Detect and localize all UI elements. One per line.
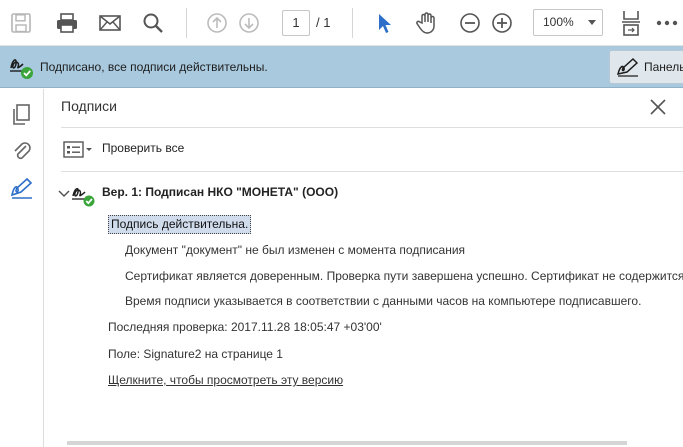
options-menu-icon[interactable] <box>63 140 93 160</box>
signature-title[interactable]: Вер. 1: Подписан НКО "МОНЕТА" (ООО) <box>102 185 338 199</box>
hand-icon[interactable] <box>412 8 442 38</box>
signature-field: Поле: Signature2 на странице 1 <box>108 347 283 361</box>
email-icon[interactable] <box>95 8 125 38</box>
horizontal-scrollbar[interactable] <box>67 441 627 445</box>
page-thumbnails-icon[interactable] <box>8 101 36 129</box>
divider <box>61 127 683 128</box>
next-page-icon[interactable] <box>234 8 264 38</box>
signature-pen-icon <box>616 56 640 78</box>
zoom-select[interactable]: 100% <box>533 9 603 36</box>
divider <box>61 171 683 172</box>
panel-title: Подписи <box>61 98 117 114</box>
more-icon[interactable] <box>652 8 682 38</box>
search-icon[interactable] <box>138 8 168 38</box>
signature-detail: Сертификат является доверенным. Проверка… <box>125 269 683 283</box>
page-total: / 1 <box>316 15 331 30</box>
page-fit-icon[interactable] <box>616 8 646 38</box>
chevron-down-icon[interactable] <box>58 188 70 198</box>
chevron-down-icon <box>588 20 596 25</box>
close-icon[interactable] <box>646 95 670 119</box>
attachments-icon[interactable] <box>8 137 36 165</box>
page-number-input[interactable]: 1 <box>282 10 310 36</box>
signature-panel-label: Панель <box>644 60 683 74</box>
signature-panel-button[interactable]: Панель <box>609 50 683 84</box>
main-toolbar: 1 / 1 100% <box>0 0 683 46</box>
signature-valid-icon <box>8 54 36 80</box>
prev-page-icon[interactable] <box>202 8 232 38</box>
left-navigation-rail <box>0 89 44 447</box>
signature-detail: Документ "документ" не был изменен с мом… <box>125 243 466 257</box>
zoom-in-icon[interactable] <box>487 8 517 38</box>
verify-all-button[interactable]: Проверить все <box>102 141 184 155</box>
banner-message: Подписано, все подписи действительны. <box>40 60 268 74</box>
last-check: Последняя проверка: 2017.11.28 18:05:47 … <box>108 320 382 334</box>
signatures-panel: Подписи Проверить все Вер. 1: Подписан Н… <box>45 89 683 447</box>
save-icon[interactable] <box>6 8 36 38</box>
signature-status-banner: Подписано, все подписи действительны. Па… <box>0 46 683 88</box>
zoom-value: 100% <box>543 15 574 29</box>
zoom-out-icon[interactable] <box>455 8 485 38</box>
signature-status[interactable]: Подпись действительна. <box>108 215 252 234</box>
view-version-link[interactable]: Щелкните, чтобы просмотреть эту версию <box>108 373 343 387</box>
cursor-icon[interactable] <box>369 8 399 38</box>
print-icon[interactable] <box>52 8 82 38</box>
signatures-icon[interactable] <box>8 175 36 203</box>
signature-detail: Время подписи указывается в соответствии… <box>125 294 642 308</box>
signature-valid-icon <box>71 183 97 207</box>
